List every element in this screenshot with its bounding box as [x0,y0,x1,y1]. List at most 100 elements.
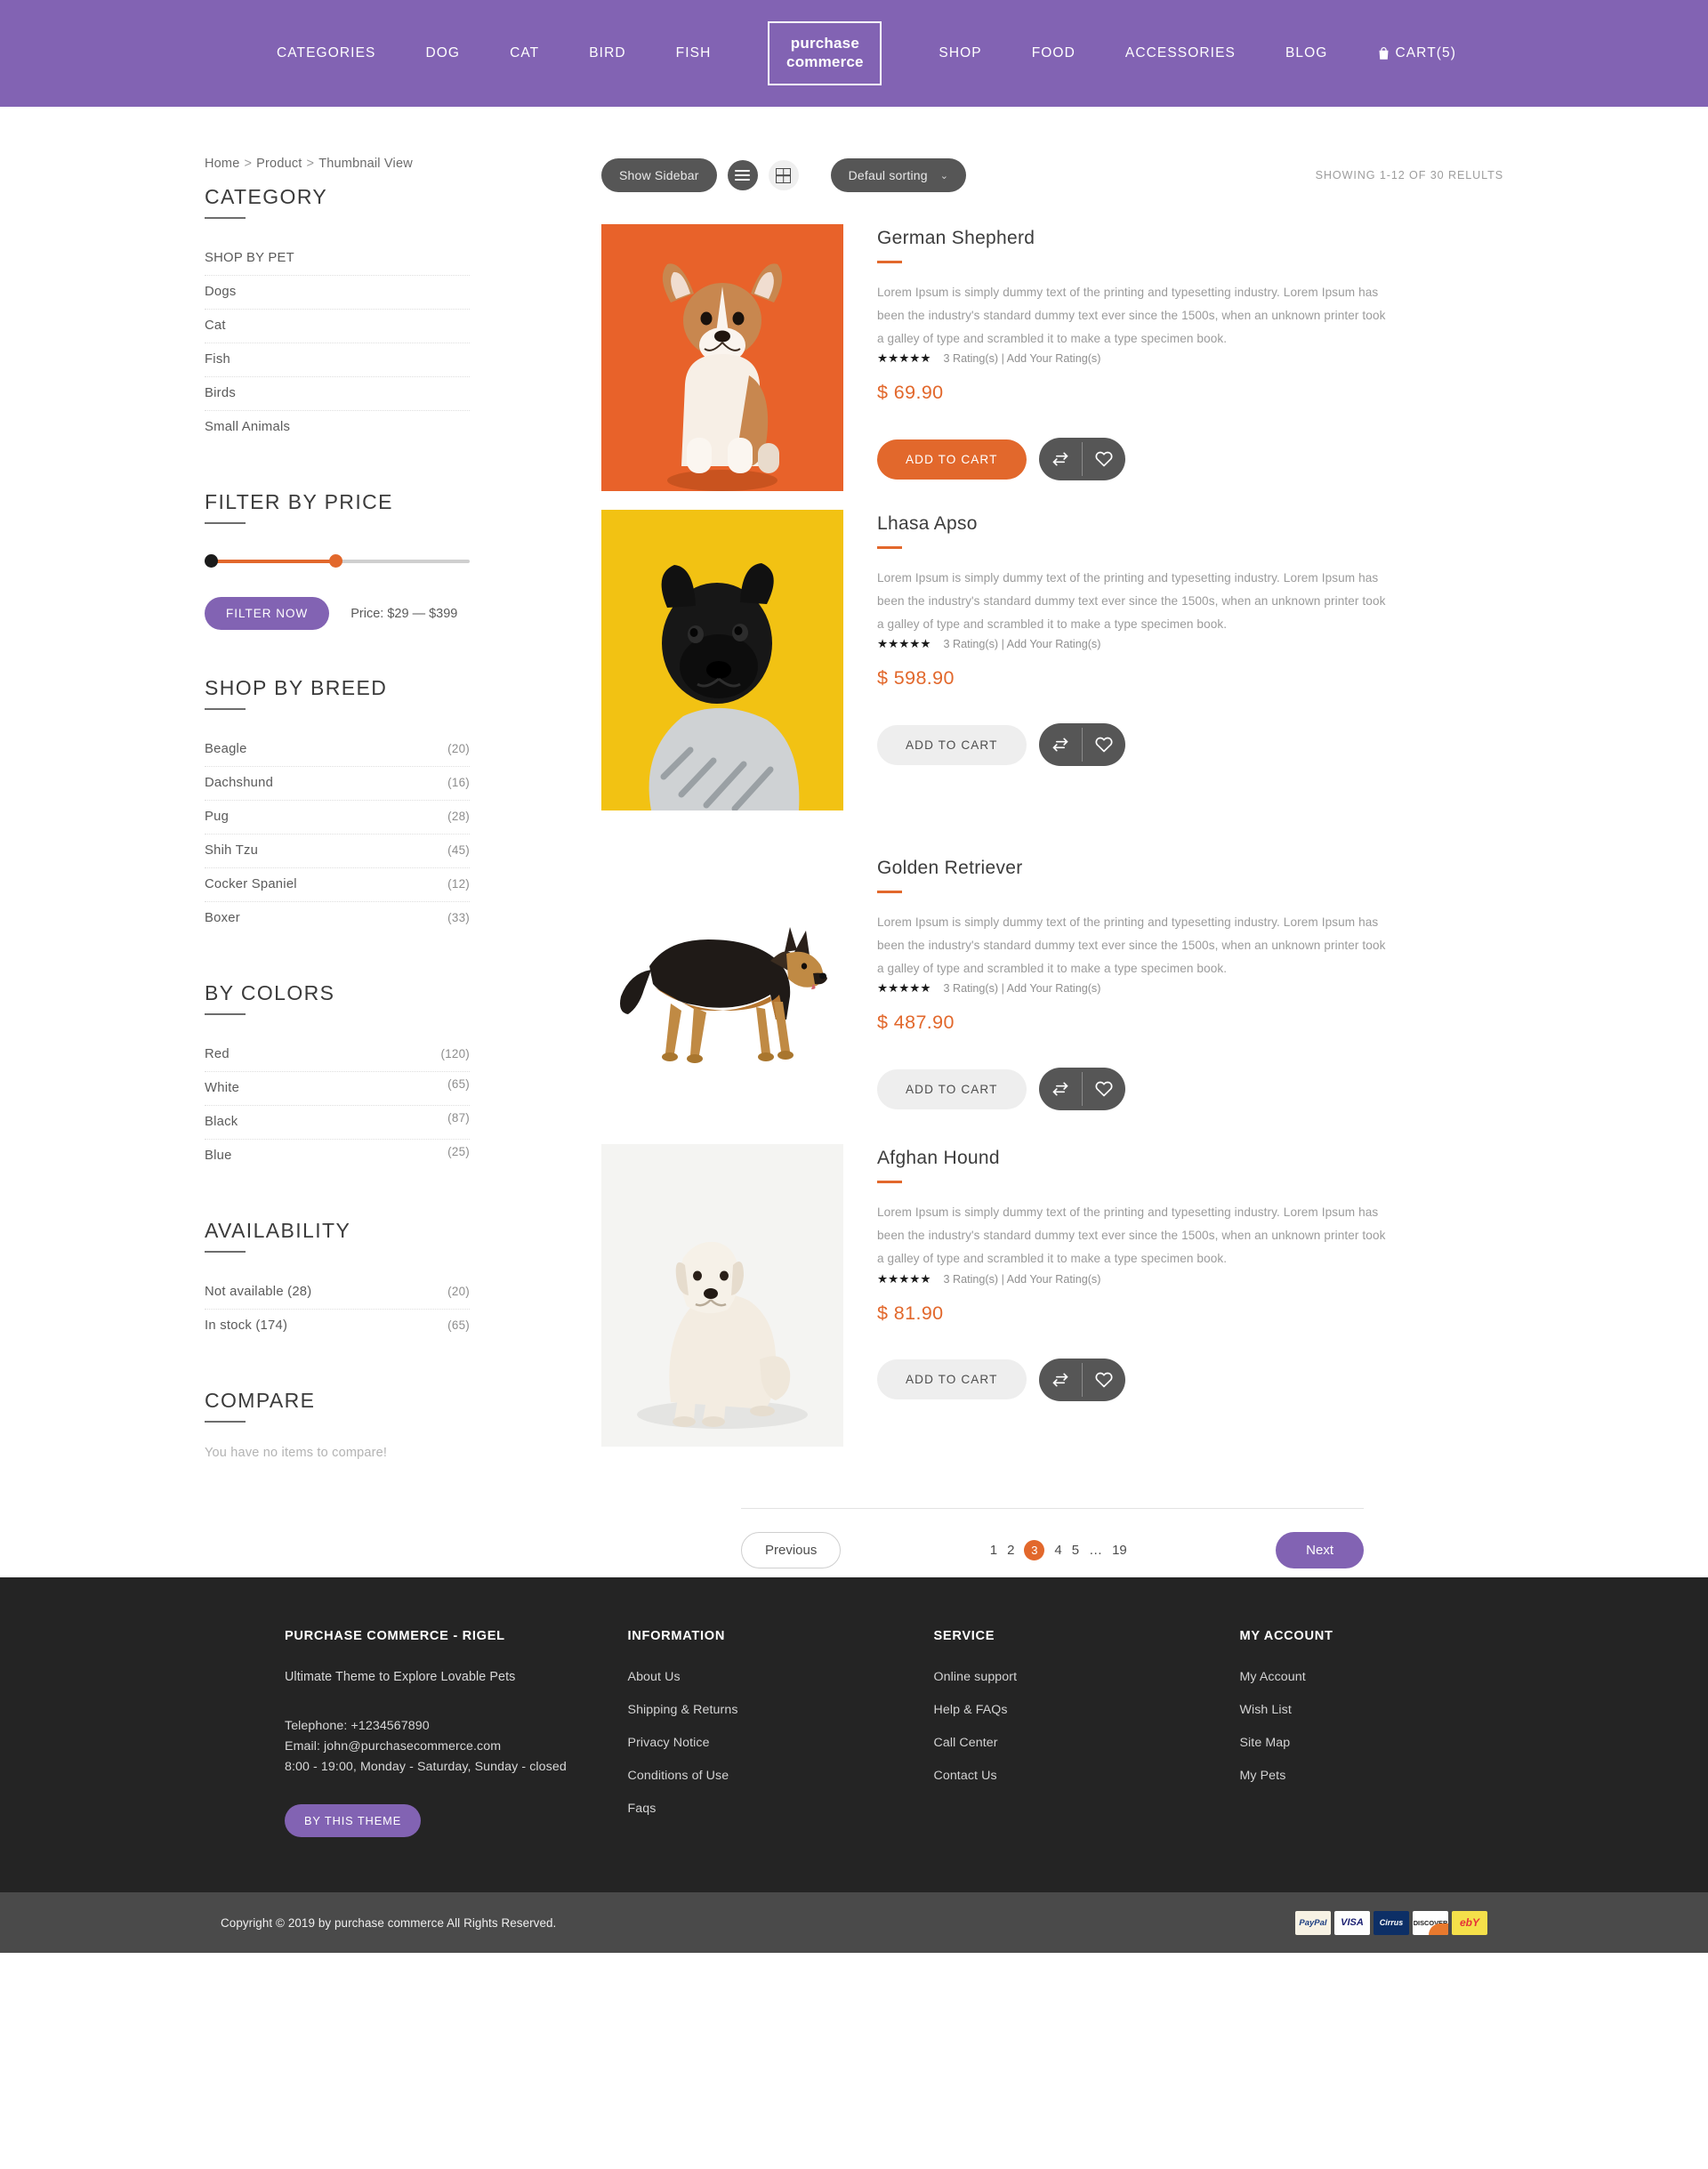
heart-icon[interactable] [1083,438,1125,480]
product-actions: ADD TO CART [877,438,1413,481]
rating-text[interactable]: 3 Rating(s) | Add Your Rating(s) [944,1273,1101,1286]
page-number-4[interactable]: 4 [1054,1543,1061,1558]
footer-link-contact-us[interactable]: Contact Us [933,1769,1239,1783]
list-item[interactable]: Cat [205,310,470,343]
list-item[interactable]: Not available (28) (20) [205,1276,470,1310]
breed-count: (16) [447,776,470,789]
nav-item-accessories[interactable]: ACCESSORIES [1100,45,1261,61]
next-page-button[interactable]: Next [1276,1532,1364,1569]
product-name[interactable]: German Shepherd [877,228,1413,249]
add-to-cart-button[interactable]: ADD TO CART [877,724,1027,765]
filter-now-button[interactable]: FILTER NOW [205,597,330,630]
rating-text[interactable]: 3 Rating(s) | Add Your Rating(s) [944,352,1101,365]
rating-text[interactable]: 3 Rating(s) | Add Your Rating(s) [944,982,1101,995]
product-image[interactable] [601,854,843,1110]
list-item[interactable]: Pug (28) [205,801,470,835]
site-logo[interactable]: purchase commerce [768,21,882,85]
footer-link-my-pets[interactable]: My Pets [1239,1769,1503,1783]
color-list: Red (120) White (65) Black (87) Blue (25) [205,1038,470,1173]
nav-item-shop[interactable]: SHOP [914,45,1006,61]
add-to-cart-button[interactable]: ADD TO CART [877,1068,1027,1109]
product-name-underline [877,1181,902,1184]
heart-icon[interactable] [1083,1359,1125,1401]
grid-view-icon[interactable] [768,160,799,190]
nav-item-dog[interactable]: DOG [400,45,485,61]
footer-link-help-faqs[interactable]: Help & FAQs [933,1703,1239,1717]
title-underline [205,1251,246,1253]
add-to-cart-button[interactable]: ADD TO CART [877,1359,1027,1400]
nav-item-bird[interactable]: BIRD [564,45,650,61]
list-item[interactable]: Cocker Spaniel (12) [205,868,470,902]
breadcrumb-product[interactable]: Product [256,157,302,171]
slider-handle-max[interactable] [329,554,342,568]
nav-item-fish[interactable]: FISH [651,45,737,61]
page-number-3-active[interactable]: 3 [1024,1540,1045,1561]
colors-title: BY COLORS [205,981,335,1004]
footer-link-faqs[interactable]: Faqs [628,1802,934,1816]
breadcrumb-home[interactable]: Home [205,157,239,171]
price-range-slider[interactable] [205,547,470,577]
list-item[interactable]: In stock (174) (65) [205,1310,470,1343]
nav-item-food[interactable]: FOOD [1007,45,1100,61]
page-number-2[interactable]: 2 [1007,1543,1014,1558]
footer-link-about-us[interactable]: About Us [628,1670,934,1684]
slider-handle-min[interactable] [205,554,218,568]
list-item[interactable]: Fish [205,343,470,377]
previous-page-button[interactable]: Previous [741,1532,842,1569]
footer-link-site-map[interactable]: Site Map [1239,1736,1503,1750]
cart-button[interactable]: CART(5) [1352,45,1456,61]
sort-dropdown[interactable]: Defaul sorting ⌄ [830,158,967,192]
list-item[interactable]: Blue (25) [205,1140,470,1173]
page-number-5[interactable]: 5 [1072,1543,1079,1558]
product-image[interactable] [601,510,843,815]
compare-arrows-icon[interactable] [1039,723,1082,766]
paypal-icon: PayPal [1295,1910,1331,1935]
list-item[interactable]: Red (120) [205,1038,470,1072]
list-item[interactable]: Dachshund (16) [205,767,470,801]
nav-item-cat[interactable]: CAT [485,45,564,61]
product-image[interactable] [601,224,843,496]
footer-link-online-support[interactable]: Online support [933,1670,1239,1684]
nav-item-blog[interactable]: BLOG [1261,45,1352,61]
list-item[interactable]: Boxer (33) [205,902,470,935]
footer-link-call-center[interactable]: Call Center [933,1736,1239,1750]
list-item[interactable]: Black (87) [205,1106,470,1140]
list-item[interactable]: White (65) [205,1072,470,1106]
heart-icon[interactable] [1083,723,1125,766]
compare-arrows-icon[interactable] [1039,1359,1082,1401]
site-header: CATEGORIES DOG CAT BIRD FISH purchase co… [0,0,1708,107]
footer-link-shipping-returns[interactable]: Shipping & Returns [628,1703,934,1717]
footer-link-conditions-of-use[interactable]: Conditions of Use [628,1769,934,1783]
list-item[interactable]: Dogs [205,276,470,310]
product-rating: ★★★★★ 3 Rating(s) | Add Your Rating(s) [877,981,1413,996]
product-name[interactable]: Afghan Hound [877,1148,1413,1169]
color-count: (25) [447,1145,470,1158]
rating-text[interactable]: 3 Rating(s) | Add Your Rating(s) [944,638,1101,650]
product-image[interactable] [601,1144,843,1451]
compare-arrows-icon[interactable] [1039,1068,1082,1110]
footer-link-wish-list[interactable]: Wish List [1239,1703,1503,1717]
page-number-1[interactable]: 1 [990,1543,997,1558]
footer-link-privacy-notice[interactable]: Privacy Notice [628,1736,934,1750]
list-item[interactable]: Small Animals [205,411,470,444]
list-item[interactable]: Beagle (20) [205,733,470,767]
nav-item-categories[interactable]: CATEGORIES [252,45,400,61]
footer-link-my-account[interactable]: My Account [1239,1670,1503,1684]
compare-empty-text: You have no items to compare! [205,1446,388,1460]
pagination: Previous 1 2 3 4 5 … 19 Next [741,1532,1364,1569]
list-view-icon[interactable] [727,160,758,190]
list-item[interactable]: Birds [205,377,470,411]
compare-arrows-icon[interactable] [1039,438,1082,480]
page-number-19[interactable]: 19 [1112,1543,1127,1558]
heart-icon[interactable] [1083,1068,1125,1110]
content-container: Home > Product > Thumbnail View CATEGORY SHO… [205,107,1503,1569]
product-name[interactable]: Golden Retriever [877,858,1413,879]
rating-stars: ★★★★★ [877,637,931,651]
results-count: SHOWING 1-12 OF 30 RELULTS [1315,169,1503,181]
list-item[interactable]: SHOP BY PET [205,242,470,276]
add-to-cart-button[interactable]: ADD TO CART [877,439,1027,480]
list-item[interactable]: Shih Tzu (45) [205,835,470,868]
show-sidebar-button[interactable]: Show Sidebar [601,158,717,192]
product-name[interactable]: Lhasa Apso [877,513,1413,535]
buy-theme-button[interactable]: BY THIS THEME [285,1804,422,1838]
